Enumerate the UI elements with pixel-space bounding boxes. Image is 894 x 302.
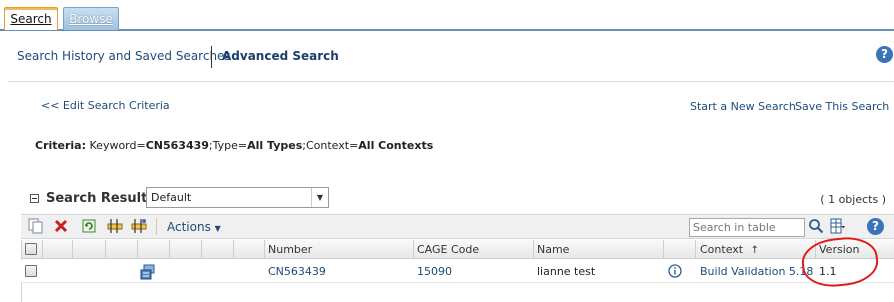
- row-checkbox[interactable]: [25, 265, 37, 277]
- tab-bar-underline: [0, 29, 894, 31]
- actions-menu[interactable]: Actions ▼: [167, 220, 221, 234]
- change-notice-icon: [140, 264, 155, 280]
- delete-icon[interactable]: [53, 218, 69, 234]
- select-all-checkbox[interactable]: [25, 243, 37, 255]
- criteria-type-value: All Types: [247, 139, 303, 152]
- caret-down-icon: ▼: [214, 224, 221, 233]
- collapse-results-icon[interactable]: [30, 194, 39, 203]
- column-header-name[interactable]: Name: [537, 243, 569, 256]
- edit-search-criteria-link[interactable]: << Edit Search Criteria: [41, 99, 170, 112]
- column-divider: [413, 240, 414, 259]
- table-view-value: Default: [151, 191, 192, 204]
- table-help-icon[interactable]: ?: [867, 218, 884, 235]
- column-divider: [695, 240, 696, 259]
- copy-icon[interactable]: [28, 218, 44, 234]
- subnav-divider: [211, 46, 212, 68]
- column-settings-icon[interactable]: [829, 218, 845, 234]
- chevron-down-icon: ▼: [311, 188, 328, 207]
- search-in-table-input[interactable]: [690, 219, 804, 236]
- object-count: ( 1 objects ): [820, 193, 886, 206]
- column-divider: [42, 240, 43, 259]
- top-tab-bar: [0, 0, 894, 30]
- column-divider: [169, 240, 170, 259]
- start-new-search-link[interactable]: Start a New Search: [690, 100, 796, 113]
- criteria-label: Criteria:: [35, 139, 87, 152]
- row-number-link[interactable]: CN563439: [268, 265, 326, 278]
- column-header-context-label: Context: [700, 243, 744, 256]
- column-divider: [233, 240, 234, 259]
- criteria-context-value: All Contexts: [358, 139, 434, 152]
- row-cage-code-link[interactable]: 15090: [417, 265, 452, 278]
- tab-browse-label: Browse: [69, 12, 113, 26]
- criteria-context-key: ;Context=: [302, 139, 359, 152]
- column-divider: [105, 240, 106, 259]
- column-header-number[interactable]: Number: [268, 243, 312, 256]
- refresh-icon[interactable]: [81, 218, 97, 234]
- criteria-keyword-value: CN563439: [145, 139, 209, 152]
- column-divider: [72, 240, 73, 259]
- search-in-table-field[interactable]: [689, 218, 805, 237]
- help-icon[interactable]: ?: [876, 46, 893, 63]
- paste-icon[interactable]: [131, 218, 147, 234]
- search-history-link[interactable]: Search History and Saved Searches: [17, 49, 231, 63]
- info-icon[interactable]: [668, 264, 682, 278]
- column-divider: [264, 240, 265, 259]
- criteria-summary: Criteria: Keyword=CN563439;Type=All Type…: [35, 139, 433, 152]
- row-name: lianne test: [537, 265, 596, 278]
- column-header-context[interactable]: Context ↑: [700, 243, 759, 256]
- advanced-search-link[interactable]: Advanced Search: [222, 49, 339, 63]
- column-divider: [663, 240, 664, 259]
- tab-search[interactable]: Search: [4, 7, 58, 30]
- actions-menu-label: Actions: [167, 220, 211, 234]
- search-icon[interactable]: [808, 218, 824, 234]
- criteria-type-key: ;Type=: [208, 139, 248, 152]
- row-context-link[interactable]: Build Validation 5.18: [700, 265, 813, 278]
- insert-icon[interactable]: [107, 218, 123, 234]
- section-divider: [8, 81, 894, 82]
- table-view-select[interactable]: Default ▼: [146, 187, 329, 208]
- tab-browse[interactable]: Browse: [63, 7, 119, 30]
- tab-search-label: Search: [10, 12, 52, 26]
- column-divider: [201, 240, 202, 259]
- save-this-search-link[interactable]: Save This Search: [795, 100, 889, 113]
- column-header-cage-code[interactable]: CAGE Code: [417, 243, 479, 256]
- sort-ascending-icon: ↑: [750, 245, 759, 256]
- search-results-title: Search Results: [46, 191, 156, 206]
- column-divider: [533, 240, 534, 259]
- toolbar-divider: [156, 218, 157, 235]
- criteria-keyword-key: Keyword=: [89, 139, 146, 152]
- column-divider: [137, 240, 138, 259]
